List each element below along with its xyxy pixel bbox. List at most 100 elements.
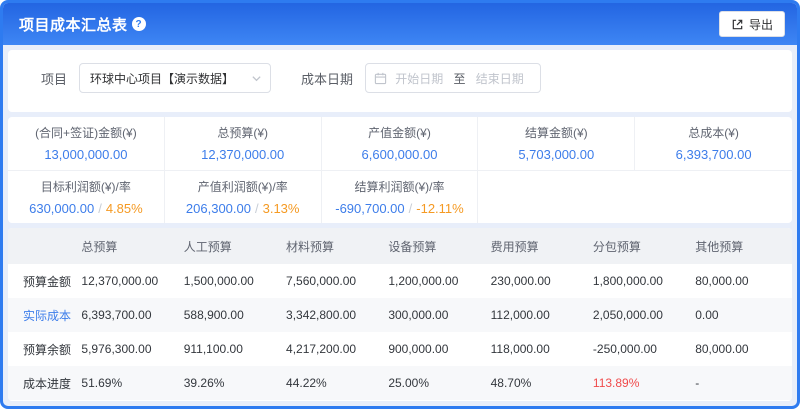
summary-label: 总成本(¥)	[688, 124, 739, 141]
table-cell: 80,000.00	[689, 264, 792, 298]
value-rate-separator: /	[98, 201, 102, 216]
end-date-placeholder: 结束日期	[468, 70, 533, 87]
column-header-subcontract-budget: 分包预算	[587, 228, 689, 264]
summary-value: 6,393,700.00	[676, 147, 752, 162]
table-cell: 1,800,000.00	[587, 264, 689, 298]
help-icon[interactable]: ?	[132, 17, 146, 31]
table-cell: 900,000.00	[382, 332, 484, 366]
table-cell: 7,560,000.00	[280, 264, 382, 298]
table-cell: 118,000.00	[485, 332, 587, 366]
page-body: 项目 环球中心项目【演示数据】 成本日期	[3, 45, 797, 406]
export-icon	[731, 18, 744, 31]
export-button[interactable]: 导出	[719, 11, 785, 37]
summary-value: 630,000.00	[29, 201, 94, 216]
date-range-input[interactable]: 开始日期 至 结束日期	[365, 63, 541, 93]
titlebar: 项目成本汇总表 ? 导出	[3, 3, 797, 45]
table-cell: 112,000.00	[485, 298, 587, 332]
cost-summary-window: 项目成本汇总表 ? 导出 项目 环球中心项目【演示数据】	[0, 0, 800, 409]
summary-value: 5,703,000.00	[518, 147, 594, 162]
value-rate-separator: /	[255, 201, 259, 216]
row-label: 预算余额	[8, 332, 75, 366]
table-cell: 5,976,300.00	[75, 332, 177, 366]
table-row-actual-cost: 实际成本 6,393,700.00 588,900.00 3,342,800.0…	[8, 298, 792, 332]
over-budget-progress-cell: 113.89%	[587, 366, 689, 400]
table-cell: 588,900.00	[178, 298, 280, 332]
summary-label: 目标利润额(¥)/率	[41, 178, 131, 195]
actual-cost-link[interactable]: 实际成本	[8, 298, 75, 332]
table-cell: 0.00	[689, 298, 792, 332]
table-cell: 6,393,700.00	[75, 298, 177, 332]
summary-card-output-profit: 产值利润额(¥)/率 206,300.00 / 3.13%	[165, 171, 322, 224]
column-header-equipment-budget: 设备预算	[382, 228, 484, 264]
table-cell: 25.00%	[382, 366, 484, 400]
project-filter-label: 项目	[41, 69, 67, 88]
calendar-icon	[374, 72, 387, 85]
summary-row-1: (合同+签证)金额(¥) 13,000,000.00 总预算(¥) 12,370…	[8, 117, 792, 171]
summary-rate: 3.13%	[263, 201, 300, 216]
table-cell: 1,500,000.00	[178, 264, 280, 298]
cost-date-filter-label: 成本日期	[301, 69, 353, 88]
column-header-total-budget: 总预算	[75, 228, 177, 264]
table-row-budget-balance: 预算余额 5,976,300.00 911,100.00 4,217,200.0…	[8, 332, 792, 366]
filter-panel: 项目 环球中心项目【演示数据】 成本日期	[8, 50, 792, 112]
summary-card-total-cost: 总成本(¥) 6,393,700.00	[635, 117, 792, 170]
summary-value: 12,370,000.00	[201, 147, 284, 162]
column-header-rowlabel	[8, 228, 75, 264]
summary-empty-space	[478, 171, 792, 224]
table-cell: 51.69%	[75, 366, 177, 400]
table-cell: -250,000.00	[587, 332, 689, 366]
table-cell: 39.26%	[178, 366, 280, 400]
table-row-cost-progress: 成本进度 51.69% 39.26% 44.22% 25.00% 48.70% …	[8, 366, 792, 400]
table-cell: 48.70%	[485, 366, 587, 400]
budget-table-panel: 总预算 人工预算 材料预算 设备预算 费用预算 分包预算 其他预算 预算金额 1…	[8, 228, 792, 401]
summary-card-settlement-profit: 结算利润额(¥)/率 -690,700.00 / -12.11%	[322, 171, 479, 224]
table-cell: -	[689, 366, 792, 400]
start-date-placeholder: 开始日期	[387, 70, 452, 87]
summary-card-settlement-amount: 结算金额(¥) 5,703,000.00	[478, 117, 635, 170]
table-cell: 44.22%	[280, 366, 382, 400]
table-cell: 300,000.00	[382, 298, 484, 332]
table-header-row: 总预算 人工预算 材料预算 设备预算 费用预算 分包预算 其他预算	[8, 228, 792, 264]
column-header-other-budget: 其他预算	[689, 228, 792, 264]
row-label: 成本进度	[8, 366, 75, 400]
summary-label: 产值金额(¥)	[368, 124, 431, 141]
budget-table: 总预算 人工预算 材料预算 设备预算 费用预算 分包预算 其他预算 预算金额 1…	[8, 228, 792, 400]
table-cell: 4,217,200.00	[280, 332, 382, 366]
page-title: 项目成本汇总表	[19, 14, 128, 35]
table-cell: 230,000.00	[485, 264, 587, 298]
summary-label: 结算金额(¥)	[525, 124, 588, 141]
table-cell: 3,342,800.00	[280, 298, 382, 332]
table-row-budget-amount: 预算金额 12,370,000.00 1,500,000.00 7,560,00…	[8, 264, 792, 298]
column-header-material-budget: 材料预算	[280, 228, 382, 264]
column-header-expense-budget: 费用预算	[485, 228, 587, 264]
table-cell: 80,000.00	[689, 332, 792, 366]
summary-value: -690,700.00	[335, 201, 404, 216]
row-label: 预算金额	[8, 264, 75, 298]
summary-rate: 4.85%	[106, 201, 143, 216]
filter-row: 项目 环球中心项目【演示数据】 成本日期	[41, 63, 792, 93]
table-cell: 911,100.00	[178, 332, 280, 366]
export-button-label: 导出	[749, 16, 773, 33]
project-select-value: 环球中心项目【演示数据】	[90, 70, 234, 87]
table-cell: 1,200,000.00	[382, 264, 484, 298]
summary-value: 206,300.00	[186, 201, 251, 216]
value-rate-separator: /	[409, 201, 413, 216]
column-header-labor-budget: 人工预算	[178, 228, 280, 264]
summary-rate: -12.11%	[416, 201, 463, 216]
chevron-down-icon	[251, 73, 262, 84]
summary-card-target-profit: 目标利润额(¥)/率 630,000.00 / 4.85%	[8, 171, 165, 224]
summary-label: 结算利润额(¥)/率	[354, 178, 444, 195]
summary-value: 13,000,000.00	[44, 147, 127, 162]
table-cell: 12,370,000.00	[75, 264, 177, 298]
summary-label: 总预算(¥)	[217, 124, 268, 141]
summary-row-2: 目标利润额(¥)/率 630,000.00 / 4.85% 产值利润额(¥)/率…	[8, 171, 792, 224]
summary-panel: (合同+签证)金额(¥) 13,000,000.00 总预算(¥) 12,370…	[8, 117, 792, 223]
summary-label: 产值利润额(¥)/率	[198, 178, 288, 195]
summary-value: 6,600,000.00	[362, 147, 438, 162]
table-cell: 2,050,000.00	[587, 298, 689, 332]
date-range-separator: 至	[452, 70, 468, 87]
summary-card-total-budget: 总预算(¥) 12,370,000.00	[165, 117, 322, 170]
project-select[interactable]: 环球中心项目【演示数据】	[79, 63, 271, 93]
summary-card-output-amount: 产值金额(¥) 6,600,000.00	[322, 117, 479, 170]
summary-label: (合同+签证)金额(¥)	[35, 124, 137, 141]
